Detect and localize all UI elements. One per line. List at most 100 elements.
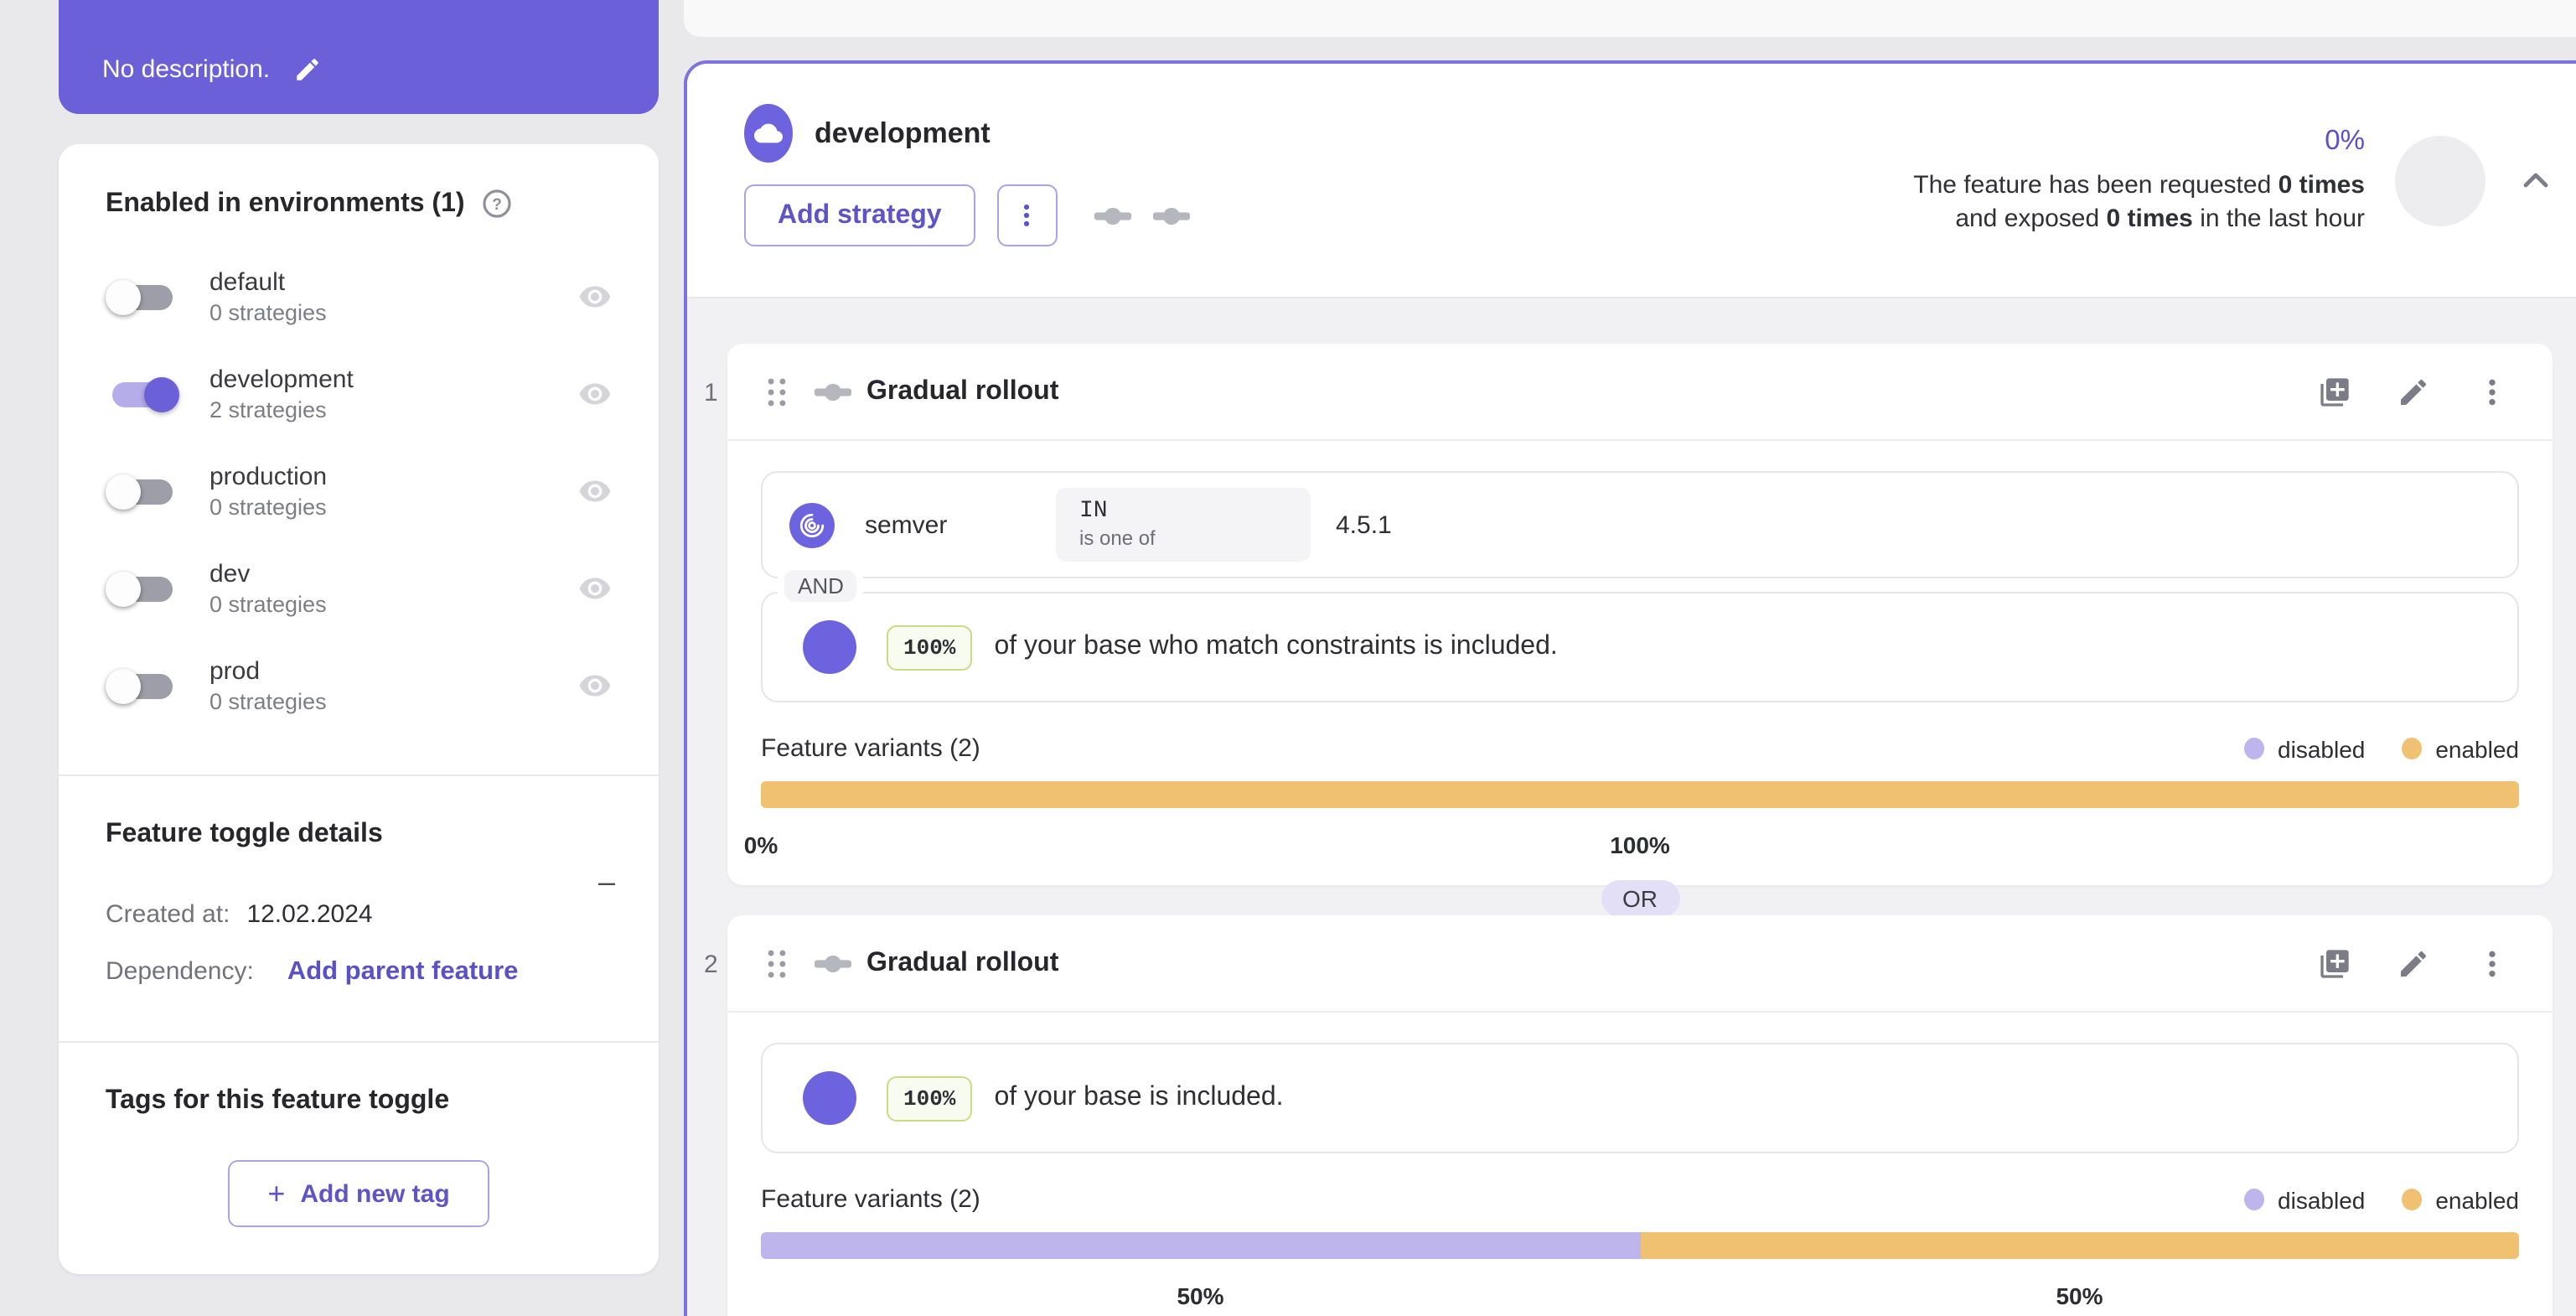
environment-strategy-count: 0 strategies <box>209 494 327 519</box>
legend-disabled-label: disabled <box>2278 735 2366 762</box>
rollout-percentage-chip: 100% <box>887 1075 973 1121</box>
strategy-title: Gradual rollout <box>866 376 1059 405</box>
add-strategy-button[interactable]: Add strategy <box>744 184 975 246</box>
environment-row-dev: dev 0 strategies <box>106 548 612 629</box>
environment-menu-button[interactable] <box>996 184 1058 246</box>
environment-name: prod <box>209 656 261 685</box>
exposure-metrics: 0% The feature has been requested 0 time… <box>1913 126 2365 235</box>
variant-segment-disabled <box>761 1232 1640 1259</box>
rollout-description: of your base is included. <box>994 1083 1284 1111</box>
variants-distribution-bar <box>761 781 2519 808</box>
strategy-item-1: 1 Gradual rollout semver IN is one of 4.… <box>704 344 2553 885</box>
environment-toggle-default[interactable] <box>106 279 173 314</box>
environment-row-production: production 0 strategies <box>106 451 612 531</box>
created-at-row: Created at: 12.02.2024 <box>106 900 612 929</box>
edit-description-icon[interactable] <box>293 54 322 83</box>
strategy-order-number: 1 <box>704 379 718 407</box>
eye-icon[interactable] <box>578 669 612 702</box>
variant-percent-label: 50% <box>2056 1282 2103 1309</box>
environment-toggle-development[interactable] <box>112 376 179 412</box>
avatar <box>2395 135 2485 225</box>
legend-enabled-dot <box>2402 1189 2423 1210</box>
environment-row-prod: prod 0 strategies <box>106 645 612 726</box>
created-at-value: 12.02.2024 <box>246 900 373 929</box>
context-field-icon <box>799 512 825 537</box>
environment-name: default <box>209 267 286 296</box>
feature-variants: Feature variants (2) disabled enabled <box>761 1185 2519 1316</box>
environment-row-development: development 2 strategies <box>106 354 612 434</box>
environment-toggle-prod[interactable] <box>106 668 173 703</box>
and-connector-chip: AND <box>778 563 864 609</box>
legend-disabled-label: disabled <box>2278 1186 2366 1213</box>
tags-title: Tags for this feature toggle <box>106 1086 450 1115</box>
rollout-percentage-circle <box>803 1071 856 1125</box>
legend-enabled-dot <box>2402 738 2423 759</box>
legend-enabled-label: enabled <box>2435 1186 2519 1213</box>
constraint-operator: IN is one of <box>1056 488 1311 562</box>
chevron-up-icon[interactable] <box>2516 160 2556 200</box>
environment-row-default: default 0 strategies <box>106 256 612 337</box>
strategy-menu-icon[interactable] <box>2475 375 2509 408</box>
edit-strategy-icon[interactable] <box>2397 375 2430 408</box>
exposure-percentage: 0% <box>2325 126 2365 156</box>
collapse-details-button[interactable]: – <box>598 867 615 897</box>
rollout-description: of your base who match constraints is in… <box>994 632 1558 661</box>
rollout-strategy-icon <box>815 945 851 982</box>
rollout-strategy-icon <box>815 373 851 410</box>
legend-enabled-label: enabled <box>2435 735 2519 762</box>
feature-details-section: Feature toggle details – Created at: 12.… <box>59 776 659 1041</box>
rollout-percentage-chip: 100% <box>887 624 973 670</box>
eye-icon[interactable] <box>578 572 612 605</box>
main-content: development Add strategy 0% The feature … <box>684 0 2576 1316</box>
plus-icon: + <box>267 1176 286 1210</box>
environment-header: development Add strategy 0% The feature … <box>687 64 2576 298</box>
copy-strategy-icon[interactable] <box>2318 375 2351 408</box>
feature-variants: Feature variants (2) disabled enabled <box>744 734 2519 878</box>
kebab-icon <box>1024 204 1030 227</box>
variants-legend: disabled enabled <box>2244 735 2519 762</box>
constraint-values: 4.5.1 <box>1336 510 1392 539</box>
strategy-menu-icon[interactable] <box>2475 946 2509 980</box>
drag-handle-icon[interactable] <box>761 373 793 410</box>
cloud-icon <box>754 123 783 143</box>
add-parent-feature-link[interactable]: Add parent feature <box>287 957 519 987</box>
eye-icon[interactable] <box>578 474 612 508</box>
drag-handle-icon[interactable] <box>761 945 793 982</box>
strategy-indicator-icon <box>1153 197 1190 234</box>
legend-disabled-dot <box>2244 1189 2265 1210</box>
environment-strategy-count: 0 strategies <box>209 688 327 713</box>
strategy-item-2: 2 Gradual rollout 100% of your base is i… <box>704 915 2553 1316</box>
environment-accordion-development: development Add strategy 0% The feature … <box>684 60 2576 1316</box>
legend-disabled-dot <box>2244 738 2265 759</box>
constraint-context-field: semver <box>865 510 948 539</box>
environment-strategy-count: 0 strategies <box>209 299 327 324</box>
strategy-card: Gradual rollout 100% of your base is inc… <box>727 915 2553 1316</box>
copy-strategy-icon[interactable] <box>2318 946 2351 980</box>
feature-sidebar-card: Enabled in environments (1) ? default 0 … <box>59 144 659 1274</box>
environment-name: dev <box>209 559 251 588</box>
strategy-header: Gradual rollout <box>727 915 2553 1013</box>
description-text: No description. <box>102 54 271 83</box>
help-icon[interactable]: ? <box>482 188 514 220</box>
or-separator-chip: OR <box>1601 880 1679 917</box>
variant-segment-enabled <box>1640 1232 2519 1259</box>
top-panel-edge <box>684 0 2576 37</box>
eye-icon[interactable] <box>578 280 612 313</box>
environments-section: Enabled in environments (1) ? default 0 … <box>59 144 659 775</box>
variants-distribution-bar <box>761 1232 2519 1259</box>
rollout-percentage-circle <box>803 620 856 674</box>
tags-section: Tags for this feature toggle + Add new t… <box>59 1043 659 1274</box>
environment-toggle-dev[interactable] <box>106 571 173 606</box>
rollout-row: 100% of your base who match constraints … <box>761 592 2519 702</box>
eye-icon[interactable] <box>578 377 612 411</box>
feature-details-title: Feature toggle details <box>106 820 383 848</box>
edit-strategy-icon[interactable] <box>2397 946 2430 980</box>
created-at-label: Created at: <box>106 900 230 929</box>
metrics-line-1: The feature has been requested 0 times <box>1913 171 2365 199</box>
strategy-card: Gradual rollout semver IN is one of 4.5.… <box>727 344 2553 885</box>
variants-label: Feature variants (2) <box>761 734 980 763</box>
svg-text:?: ? <box>493 196 503 214</box>
metrics-line-2: and exposed 0 times in the last hour <box>1955 204 2365 232</box>
add-new-tag-button[interactable]: + Add new tag <box>228 1160 489 1227</box>
environment-toggle-production[interactable] <box>106 474 173 509</box>
